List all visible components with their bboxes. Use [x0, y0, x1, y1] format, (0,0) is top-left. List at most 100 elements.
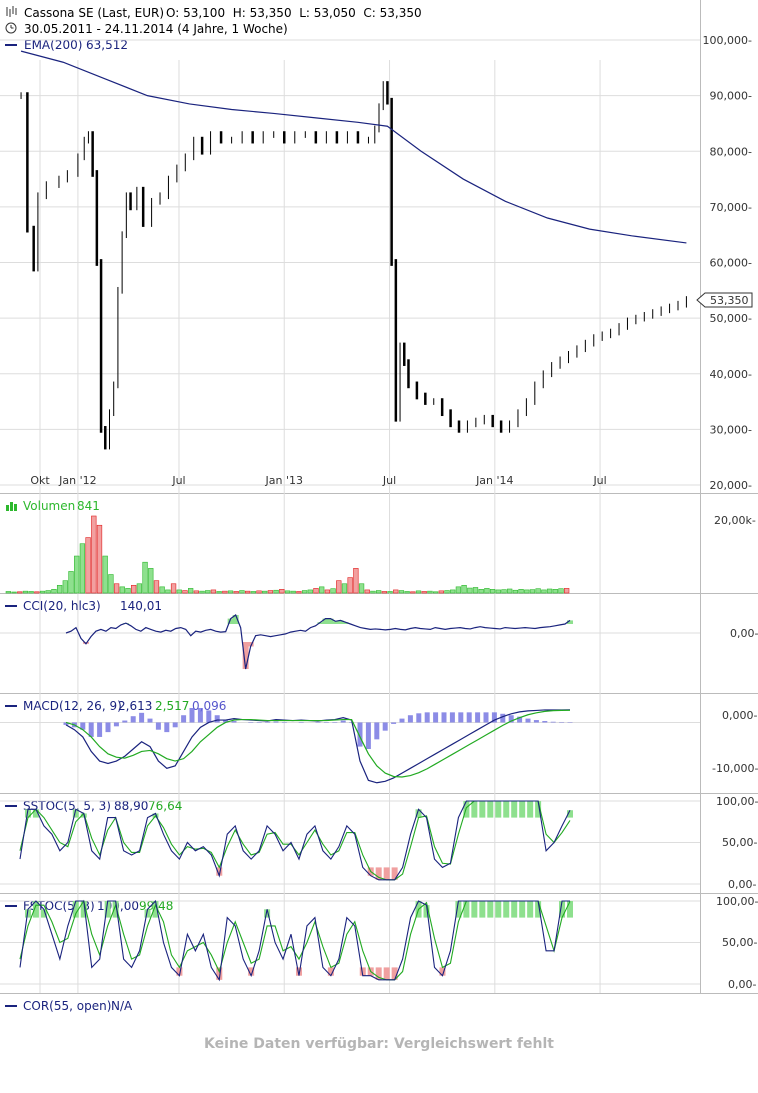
volume-legend: Volumen 841 — [6, 499, 100, 513]
macd-histogram-bar — [500, 713, 506, 723]
fstoc-y-tick-0: 0,00- — [728, 978, 756, 991]
volume-bar — [472, 587, 479, 594]
cor-value: N/A — [111, 999, 133, 1013]
volume-bar — [119, 586, 125, 594]
volume-bar — [165, 589, 171, 594]
panel-separators — [0, 0, 758, 994]
volume-bar — [495, 589, 501, 594]
sstoc-overbought-fill — [503, 801, 510, 818]
fstoc-overbought-fill — [519, 901, 526, 918]
volume-bar — [22, 590, 29, 594]
price-y-tick-1: 90,000- — [710, 90, 752, 103]
fstoc-panel — [0, 899, 700, 985]
price-y-tick-6: 40,000- — [710, 368, 752, 381]
price-y-tick-3: 70,000- — [710, 201, 752, 214]
macd-histogram-bar — [155, 722, 161, 730]
macd-histogram-bar — [550, 721, 556, 723]
sstoc-overbought-fill — [511, 801, 518, 818]
fstoc-overbought-fill — [495, 901, 502, 918]
fstoc-y-tick-50: 50,00- — [722, 936, 757, 949]
macd-histogram-bar — [172, 722, 178, 728]
macd-histogram-bar — [189, 708, 195, 723]
volume-bar — [364, 589, 370, 594]
cci-y-tick: 0,00- — [730, 627, 758, 640]
volume-label: Volumen — [23, 499, 75, 513]
volume-bar — [398, 590, 405, 594]
sstoc-overbought-fill — [479, 801, 486, 818]
volume-bar — [427, 590, 433, 594]
macd-histogram-bar — [139, 712, 145, 723]
volume-bar — [347, 577, 353, 594]
volume-bar — [193, 590, 199, 594]
volume-bar — [62, 580, 68, 594]
sstoc-y-tick-50: 50,00- — [722, 836, 757, 849]
macd-histogram-bar — [273, 721, 279, 723]
volume-bar — [91, 515, 97, 594]
sstoc-overbought-fill — [487, 801, 494, 818]
volume-bar — [125, 588, 131, 594]
price-x-tick-6: Jul — [592, 474, 606, 487]
volume-panel — [5, 515, 570, 594]
macd-label: MACD(12, 26, 9) — [23, 699, 122, 713]
sstoc-overbought-fill — [519, 801, 526, 818]
volume-bar — [381, 591, 387, 594]
volume-bar — [541, 589, 547, 594]
volume-bar — [262, 590, 268, 594]
macd-histogram-bar — [525, 718, 531, 723]
volume-bar — [148, 568, 154, 594]
macd-histogram-bar — [475, 712, 481, 723]
price-x-tick-4: Jul — [382, 474, 396, 487]
volume-bar — [535, 588, 541, 594]
volume-bar — [313, 588, 319, 594]
fstoc-overbought-fill — [479, 901, 486, 918]
volume-bar — [210, 589, 217, 594]
volume-bar — [102, 555, 108, 594]
date-range: 30.05.2011 - 24.11.2014 (4 Jahre, 1 Woch… — [24, 22, 288, 36]
volume-bar — [301, 590, 308, 594]
volume-bar — [113, 583, 120, 594]
price-x-tick-3: Jan '13 — [265, 474, 303, 487]
macd-histogram-bar — [391, 722, 397, 724]
price-y-axis: 100,000- 90,000- 80,000- 70,000- 60,000- 50,0… — [703, 34, 752, 492]
fstoc-overbought-fill — [527, 901, 534, 918]
price-x-tick-5: Jan '14 — [475, 474, 513, 487]
sstoc-overbought-fill — [527, 801, 534, 818]
volume-y-tick: 20,00k- — [714, 514, 756, 527]
cci-legend: CCI(20, hlc3) 140,01 — [5, 599, 162, 613]
macd-histogram-bar — [97, 722, 103, 737]
macd-histogram-bar — [214, 715, 220, 723]
macd-panel — [0, 708, 700, 784]
macd-histogram-bar — [533, 720, 539, 723]
macd-histogram-bar — [181, 715, 187, 723]
macd-histogram-bar — [466, 712, 472, 723]
volume-bar — [5, 591, 11, 594]
macd-histogram-bar — [122, 720, 128, 723]
volume-value: 841 — [77, 499, 100, 513]
volume-bar — [415, 590, 422, 594]
macd-signal-value: 2,517 — [155, 699, 189, 713]
price-x-tick-1: Jan '12 — [58, 474, 96, 487]
last-price-tag: 53,350 — [696, 292, 753, 308]
volume-bar — [330, 588, 336, 594]
volume-bar — [478, 589, 484, 594]
macd-histogram-bar — [340, 720, 346, 723]
macd-histogram-bar — [113, 722, 119, 727]
volume-bar — [205, 590, 211, 594]
volume-bar — [39, 590, 46, 594]
last-price-value: 53,350 — [710, 294, 749, 307]
fstoc-overbought-fill — [471, 901, 478, 918]
volume-bar — [353, 568, 359, 594]
macd-y-tick-0: 0,000- — [722, 709, 757, 722]
vertical-gridlines — [39, 60, 601, 993]
sstoc-overbought-fill — [495, 801, 502, 818]
macd-histogram-bar — [449, 712, 455, 723]
volume-bar — [507, 588, 513, 594]
volume-bar — [176, 589, 182, 594]
fstoc-overbought-fill — [511, 901, 518, 918]
macd-histogram-bar — [407, 715, 413, 723]
sstoc-oversold-fill — [383, 867, 390, 880]
macd-histogram-bar — [483, 712, 489, 723]
volume-bar — [34, 591, 40, 594]
volume-bar — [267, 590, 274, 594]
volume-bar — [227, 590, 234, 594]
